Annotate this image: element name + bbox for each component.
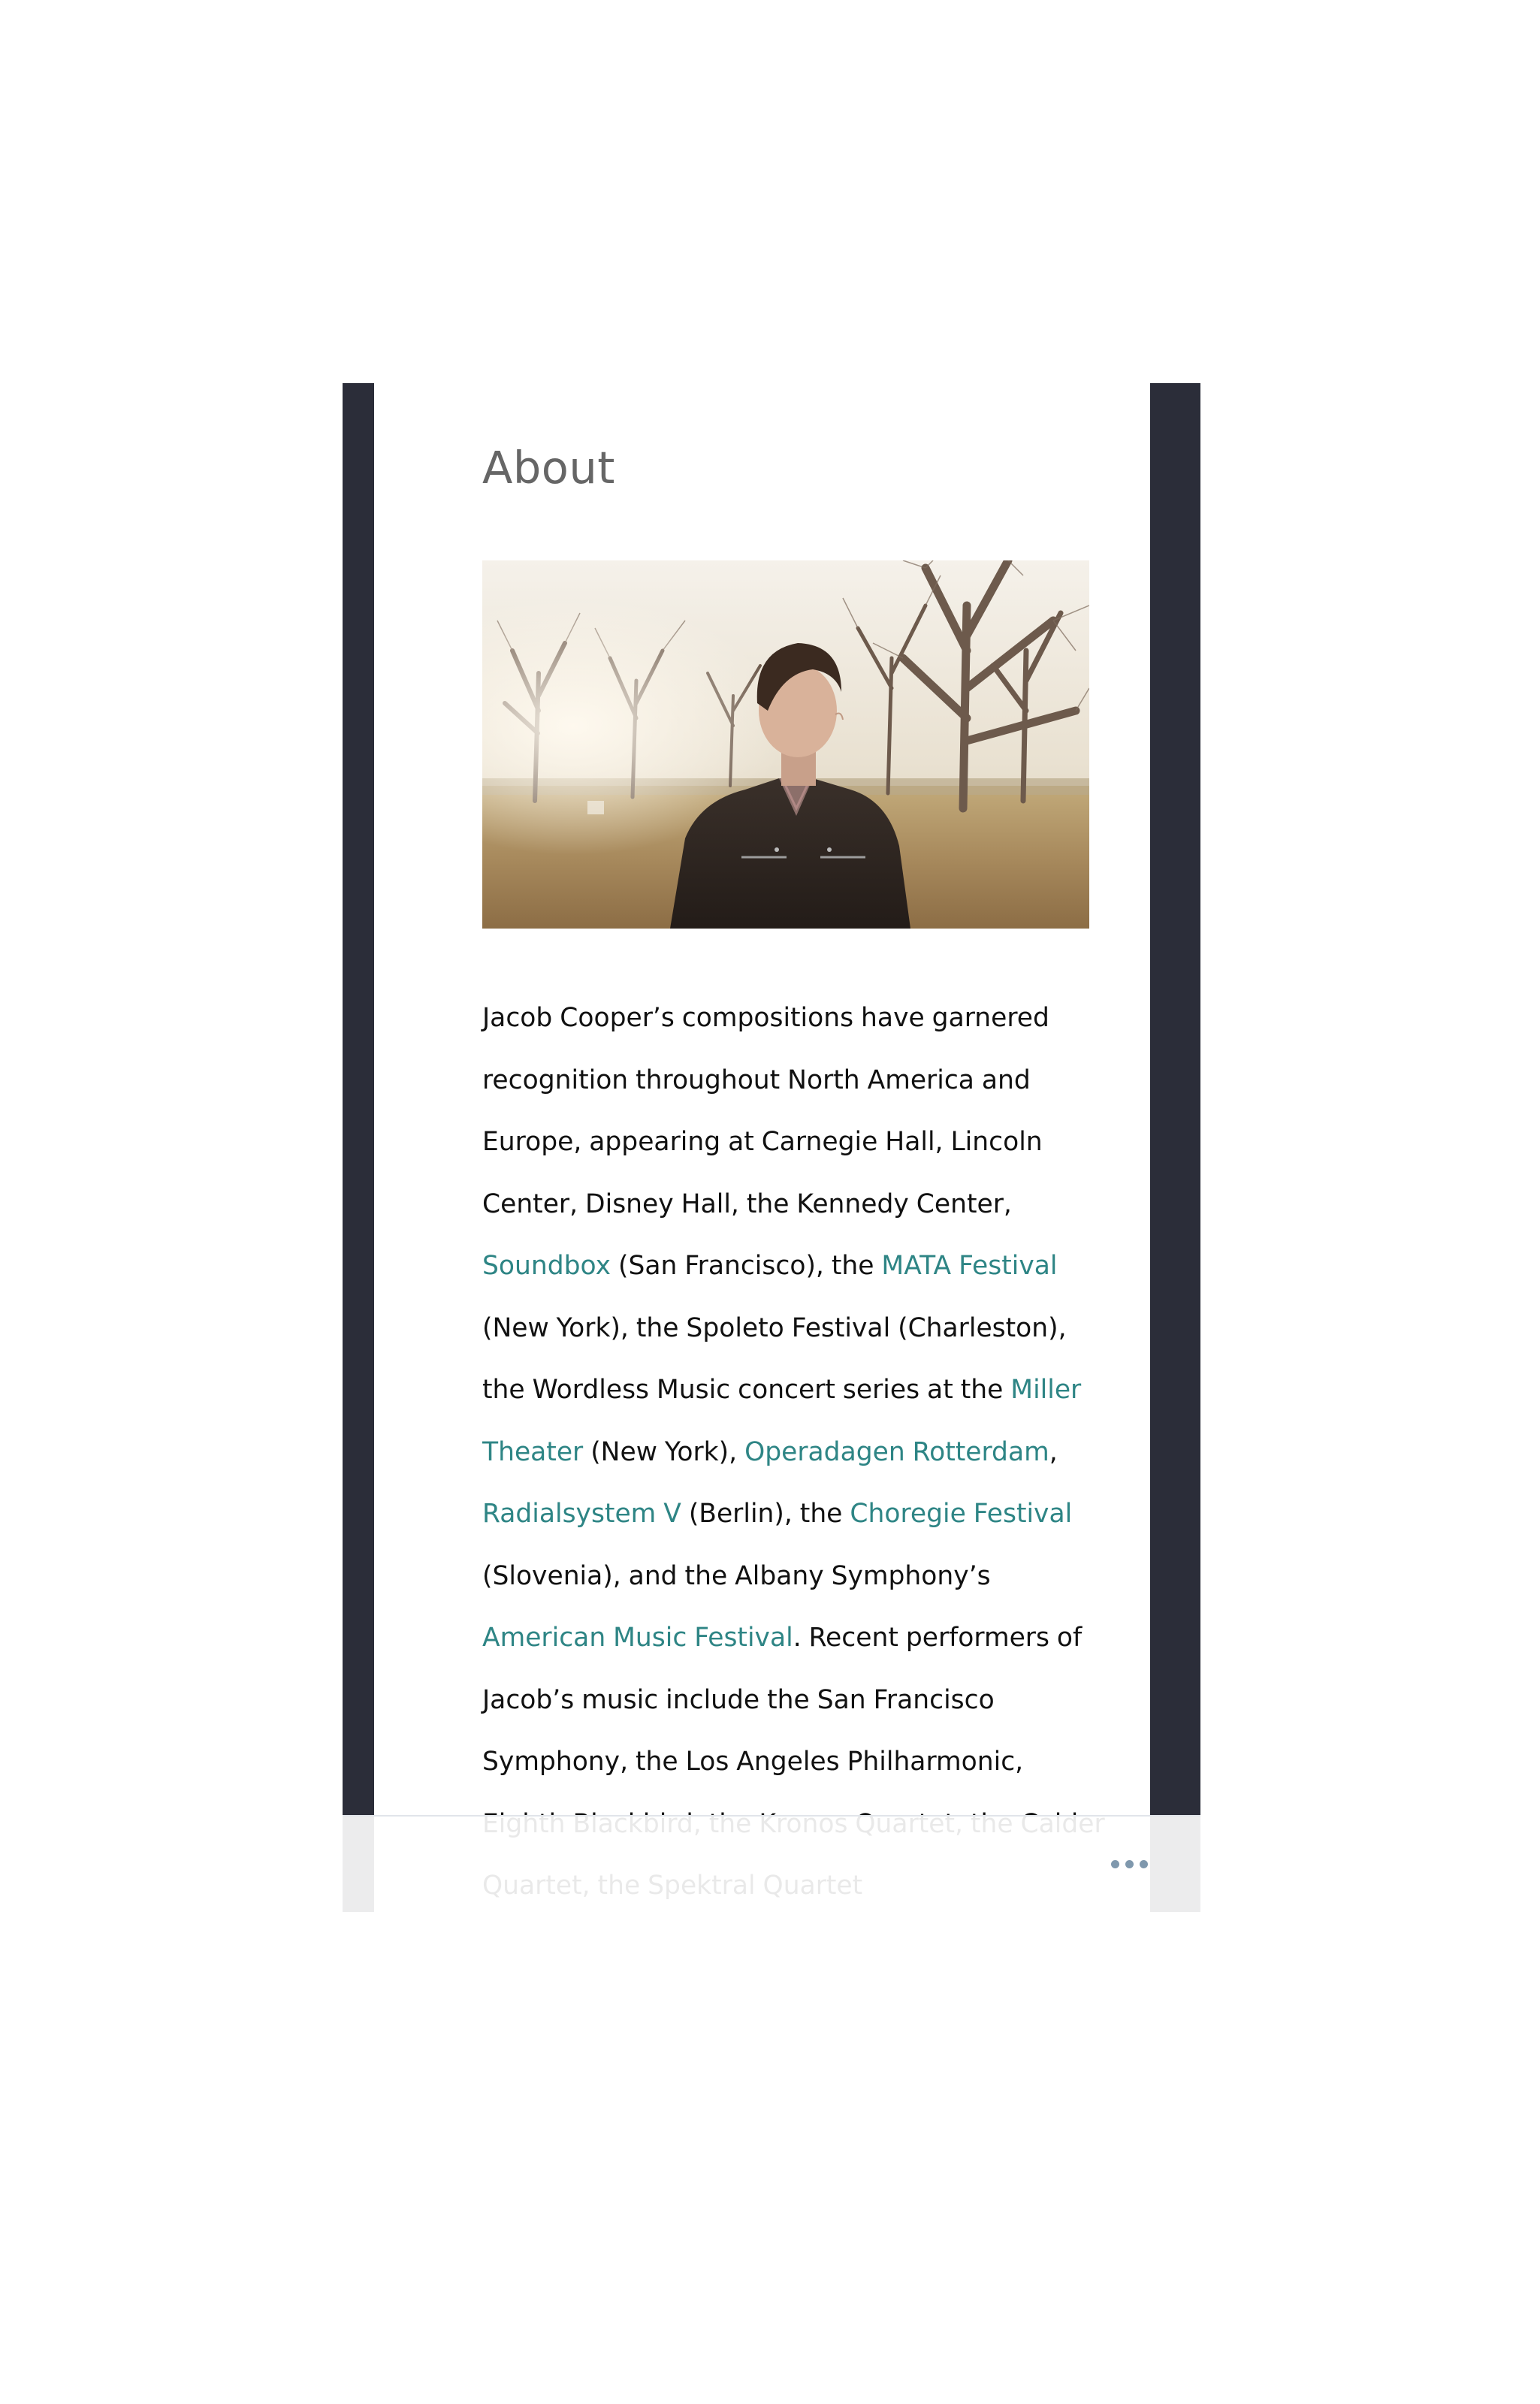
bio-text-segment: (Berlin), the [681, 1499, 850, 1529]
page-title: About [482, 442, 615, 494]
soundbox-link[interactable]: Soundbox [482, 1251, 611, 1281]
american-music-festival-link[interactable]: American Music Festival [482, 1623, 793, 1653]
page-frame: About Jacob Cooper’s compositions have g… [343, 383, 1200, 1912]
bio-text-segment: Jacob Cooper’s compositions have garnere… [482, 1003, 1049, 1219]
hero-photo [482, 560, 1089, 929]
more-options-button[interactable] [1103, 1845, 1155, 1883]
bio-text-segment: , [1049, 1436, 1058, 1467]
more-horizontal-icon [1110, 1859, 1148, 1868]
operadagen-rotterdam-link[interactable]: Operadagen Rotterdam [744, 1437, 1049, 1467]
choregie-festival-link[interactable]: Choregie Festival [850, 1499, 1072, 1529]
bio-text-segment: (San Francisco), the [611, 1251, 882, 1281]
dot [1125, 1859, 1134, 1868]
bio-text: Jacob Cooper’s compositions have garnere… [482, 987, 1106, 1912]
radialsystem-link[interactable]: Radialsystem V [482, 1499, 681, 1529]
bio-text-segment: (Slovenia), and the Albany Symphony’s [482, 1560, 991, 1591]
bio-text-segment: (New York), the Spoleto Festival (Charle… [482, 1312, 1067, 1406]
dot [1139, 1859, 1148, 1868]
dot [1110, 1859, 1119, 1868]
mata-festival-link[interactable]: MATA Festival [881, 1251, 1057, 1281]
content-card: About Jacob Cooper’s compositions have g… [374, 383, 1150, 1912]
bio-text-segment: (New York), [583, 1436, 745, 1467]
bottom-toolbar [343, 1815, 1200, 1912]
